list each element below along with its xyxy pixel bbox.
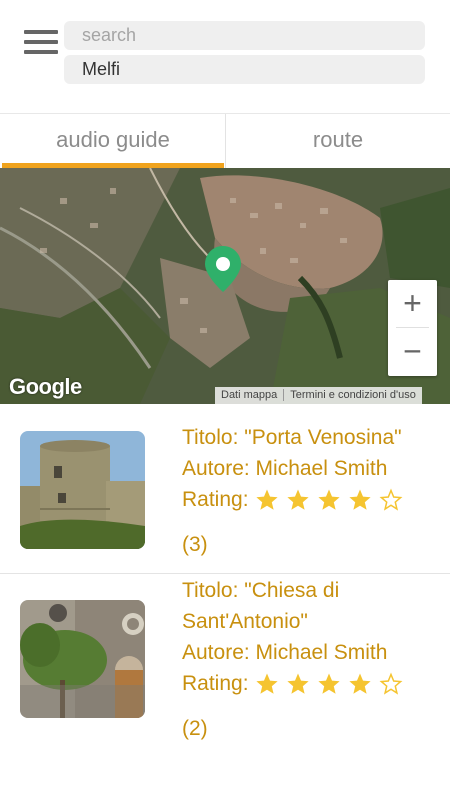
star-icon bbox=[317, 673, 340, 694]
rating-label: Rating: bbox=[182, 488, 249, 511]
item-rating: Rating: bbox=[182, 668, 410, 699]
zoom-control: + − bbox=[388, 280, 437, 376]
rating-stars bbox=[255, 488, 410, 512]
star-icon bbox=[317, 489, 340, 510]
item-author: Autore: Michael Smith bbox=[182, 641, 388, 664]
zoom-out-button[interactable]: − bbox=[388, 328, 437, 376]
item-info: Titolo: "Porta Venosina" Autore: Michael… bbox=[182, 422, 410, 560]
rating-label: Rating: bbox=[182, 672, 249, 695]
tab-audio-guide[interactable]: audio guide bbox=[2, 114, 224, 168]
star-icon bbox=[255, 673, 278, 694]
rating-count: (3) bbox=[182, 533, 208, 556]
item-title-line2: Sant'Antonio" bbox=[182, 610, 308, 633]
hamburger-menu-icon[interactable] bbox=[24, 30, 58, 58]
item-author: Autore: Michael Smith bbox=[182, 457, 388, 480]
star-icon bbox=[286, 673, 309, 694]
map-pin-icon[interactable] bbox=[204, 245, 242, 293]
app-header: Melfi bbox=[0, 0, 450, 112]
zoom-in-button[interactable]: + bbox=[388, 280, 437, 328]
item-info: Titolo: "Chiesa di Sant'Antonio" Autore:… bbox=[182, 575, 410, 744]
zoom-divider bbox=[396, 327, 429, 328]
rating-stars bbox=[255, 672, 410, 696]
map-terms-link[interactable]: Termini e condizioni d'uso bbox=[283, 389, 422, 401]
item-title: Titolo: "Porta Venosina" bbox=[182, 426, 402, 449]
list-item[interactable]: Titolo: "Porta Venosina" Autore: Michael… bbox=[0, 404, 450, 574]
porta-venosina-thumbnail bbox=[20, 431, 145, 549]
star-outline-icon bbox=[379, 672, 403, 695]
star-icon bbox=[255, 489, 278, 510]
star-icon bbox=[286, 489, 309, 510]
tab-bar: audio guide route bbox=[0, 113, 450, 168]
tab-route[interactable]: route bbox=[225, 114, 450, 168]
list-item[interactable]: Titolo: "Chiesa di Sant'Antonio" Autore:… bbox=[0, 575, 450, 755]
star-icon bbox=[348, 489, 371, 510]
google-logo: Google bbox=[9, 374, 82, 399]
item-title-line1: Titolo: "Chiesa di bbox=[182, 579, 340, 602]
item-rating: Rating: bbox=[182, 484, 410, 515]
star-outline-icon bbox=[379, 488, 403, 511]
rating-count: (2) bbox=[182, 717, 208, 740]
map-data-link[interactable]: Dati mappa bbox=[215, 389, 283, 401]
map-attribution: Dati mappa Termini e condizioni d'uso bbox=[215, 387, 422, 404]
search-input[interactable] bbox=[64, 21, 425, 50]
location-field[interactable]: Melfi bbox=[64, 55, 425, 84]
chiesa-sant-antonio-thumbnail bbox=[20, 600, 145, 718]
star-icon bbox=[348, 673, 371, 694]
